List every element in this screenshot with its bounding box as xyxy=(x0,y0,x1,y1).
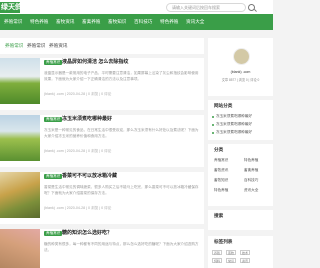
author-name: (blank) .com xyxy=(230,70,251,74)
category-badge[interactable]: 养殖常识 xyxy=(44,231,63,236)
category-link[interactable]: 特色养殖 xyxy=(244,158,258,163)
nav-item[interactable]: 特色养殖 xyxy=(160,14,178,30)
category-link[interactable]: 畜禽养殖 xyxy=(244,168,258,173)
bullet-icon xyxy=(212,124,214,126)
main-nav: 养殖常识 特色养殖 畜牧资讯 畜禽养殖 畜牧知识 百科技巧 特色养殖 资讯大全 xyxy=(0,14,273,30)
article-meta: (blank) .com | 2020-04-28 | 0 浏览 | 0 评论 xyxy=(44,149,112,153)
article-excerpt: 糖的种类有很多，每一种都有不同的用途与特点，那么怎么选好吃的糖呢？下面为大家介绍… xyxy=(44,242,199,252)
site-logo[interactable]: 绿天鸽 xyxy=(0,2,20,13)
article-meta: (blank) .com | 2020-04-28 | 0 浏览 | 0 评论 xyxy=(44,206,112,210)
nav-item[interactable]: 百科技巧 xyxy=(134,14,152,30)
nav-item[interactable]: 特色养殖 xyxy=(30,14,48,30)
tag-link[interactable]: 资讯 xyxy=(240,258,251,263)
tag-link[interactable]: 养殖 xyxy=(212,250,223,255)
category-badge[interactable]: 养殖常识 xyxy=(44,174,63,179)
category-link[interactable]: 资讯大全 xyxy=(244,188,258,193)
avatar[interactable] xyxy=(233,48,250,65)
article-excerpt: 冻玉米是一种常见的食品，在日常生活中很受欢迎，那么冻玉米须有什么好处以及煮法呢？… xyxy=(44,128,199,138)
author-profile: (blank) .com 文章 8577 | 浏览 0 | 评论 0 xyxy=(208,38,273,96)
tag-link[interactable]: 畜牧 xyxy=(226,250,237,255)
recent-post-link[interactable]: 冻玉米须煮吃哪种最好 xyxy=(216,130,252,135)
tag-link[interactable]: 常识 xyxy=(226,258,237,263)
top-bar: 绿天鸽 请输入关键词后按回车搜索 xyxy=(0,0,273,14)
article-thumbnail[interactable] xyxy=(0,229,40,268)
tag-link[interactable]: 技术 xyxy=(240,250,251,255)
category-badge[interactable]: 养殖常识 xyxy=(44,60,63,65)
nav-item[interactable]: 畜禽养殖 xyxy=(82,14,100,30)
tags-box: 标签列表 养殖 畜牧 技术 饲料 常识 资讯 xyxy=(208,236,273,268)
article-card[interactable]: 养殖常识 液晶屏如何清洁 怎么去除指纹 液晶显示器是一款常用的电子产品，平时需要… xyxy=(0,58,204,110)
box-title: 标签列表 xyxy=(214,239,233,244)
article-thumbnail[interactable] xyxy=(0,115,40,161)
recent-posts-box: 网站分类 冻玉米须煮吃哪种最好 冻玉米须煮吃哪种最好 冻玉米须煮吃哪种最好 xyxy=(208,100,273,140)
article-thumbnail[interactable] xyxy=(0,172,40,218)
article-excerpt: 液晶显示器是一款常用的电子产品，平时需要注意清洁，如果屏幕上沾染了灰尘和指纹会影… xyxy=(44,71,199,81)
category-link[interactable]: 百科技巧 xyxy=(244,178,258,183)
article-card[interactable]: 养殖常识 糖的知识怎么选好吃？ 糖的种类有很多，每一种都有不同的用途与特点，那么… xyxy=(0,229,204,268)
nav-item[interactable]: 畜牧知识 xyxy=(108,14,126,30)
author-stats: 文章 8577 | 浏览 0 | 评论 0 xyxy=(221,78,260,82)
recent-post-link[interactable]: 冻玉米须煮吃哪种最好 xyxy=(216,114,252,119)
box-title: 分类 xyxy=(214,147,224,152)
content-tabs: 养殖常识 养殖常识 养殖资讯 xyxy=(0,38,204,54)
tab-3[interactable]: 养殖资讯 xyxy=(49,43,67,49)
bullet-icon xyxy=(212,132,214,134)
article-meta: (blank) .com | 2020-04-28 | 0 浏览 | 0 评论 xyxy=(44,92,112,96)
article-excerpt: 香菜是生活中常见的调味蔬菜，很多人购买之后不能马上吃完，那么香菜可不可以放冰箱冷… xyxy=(44,185,199,195)
category-badge[interactable]: 养殖常识 xyxy=(44,117,63,122)
tag-link[interactable]: 饲料 xyxy=(212,258,223,263)
article-title[interactable]: 液晶屏如何清洁 怎么去除指纹 xyxy=(62,59,128,66)
category-link[interactable]: 特色养殖 xyxy=(214,188,228,193)
nav-item[interactable]: 畜牧资讯 xyxy=(56,14,74,30)
category-link[interactable]: 畜牧资讯 xyxy=(214,168,228,173)
search-icon[interactable] xyxy=(248,4,255,11)
article-title[interactable]: 冻玉米须煮吃哪种最好 xyxy=(62,116,112,123)
bullet-icon xyxy=(212,116,214,118)
categories-box: 分类 养殖常识 特色养殖 畜牧资讯 畜禽养殖 畜牧知识 百科技巧 特色养殖 资讯… xyxy=(208,144,273,206)
recent-post-link[interactable]: 冻玉米须煮吃哪种最好 xyxy=(216,122,252,127)
category-link[interactable]: 畜牧知识 xyxy=(214,178,228,183)
box-title: 搜索 xyxy=(214,213,224,218)
tab-2[interactable]: 养殖常识 xyxy=(27,43,45,49)
sidebar-search-box: 搜索 xyxy=(208,210,273,230)
article-thumbnail[interactable] xyxy=(0,58,40,104)
nav-item[interactable]: 资讯大全 xyxy=(186,14,204,30)
article-card[interactable]: 养殖常识 香菜可不可以放冰箱冷藏 香菜是生活中常见的调味蔬菜，很多人购买之后不能… xyxy=(0,172,204,224)
article-title[interactable]: 香菜可不可以放冰箱冷藏 xyxy=(62,173,117,180)
article-title[interactable]: 糖的知识怎么选好吃？ xyxy=(62,230,112,237)
category-link[interactable]: 养殖常识 xyxy=(214,158,228,163)
tab-1[interactable]: 养殖常识 xyxy=(5,43,23,49)
nav-item[interactable]: 养殖常识 xyxy=(4,14,22,30)
box-title: 网站分类 xyxy=(214,103,233,108)
search-input[interactable]: 请输入关键词后按回车搜索 xyxy=(166,3,246,12)
article-card[interactable]: 养殖常识 冻玉米须煮吃哪种最好 冻玉米是一种常见的食品，在日常生活中很受欢迎，那… xyxy=(0,115,204,167)
